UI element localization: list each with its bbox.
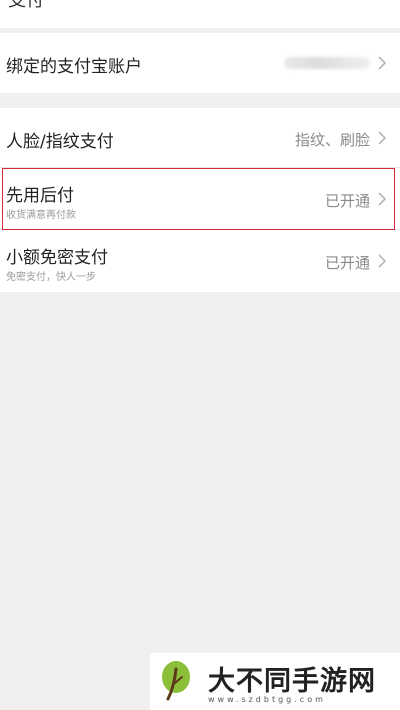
bound-alipay-account-label: 绑定的支付宝账户: [6, 57, 142, 77]
pay-later-label: 先用后付: [6, 186, 74, 206]
chevron-right-icon: [376, 130, 388, 146]
pay-later-subtitle: 收货满意再付款: [6, 210, 76, 221]
site-watermark: 大不同手游网 www.szdbtgg.com: [150, 653, 400, 710]
pay-later-row[interactable]: 先用后付 收货满意再付款 已开通: [0, 168, 400, 230]
top-partial-label: 支付: [8, 0, 44, 11]
pay-later-value: 已开通: [324, 192, 370, 210]
payment-methods-group: 人脸/指纹支付 指纹、刷脸 先用后付 收货满意再付款 已开通 小额免密支付 免密…: [0, 108, 400, 292]
small-password-free-pay-value: 已开通: [324, 254, 370, 272]
masked-account-value: [284, 57, 370, 69]
leaf-logo-icon: [154, 659, 198, 703]
watermark-url: www.szdbtgg.com: [208, 695, 326, 704]
small-password-free-pay-subtitle: 免密支付，快人一步: [6, 272, 96, 283]
top-partial-row[interactable]: 支付: [0, 0, 400, 28]
bound-alipay-account-row[interactable]: 绑定的支付宝账户: [0, 33, 400, 93]
small-password-free-pay-row[interactable]: 小额免密支付 免密支付，快人一步 已开通: [0, 230, 400, 292]
watermark-title: 大不同手游网: [208, 666, 376, 697]
small-password-free-pay-label: 小额免密支付: [6, 248, 108, 268]
face-fingerprint-pay-row[interactable]: 人脸/指纹支付 指纹、刷脸: [0, 108, 400, 168]
face-fingerprint-pay-value: 指纹、刷脸: [294, 131, 370, 149]
chevron-right-icon: [376, 253, 388, 269]
account-group: 绑定的支付宝账户: [0, 33, 400, 93]
chevron-right-icon: [376, 191, 388, 207]
face-fingerprint-pay-label: 人脸/指纹支付: [6, 132, 114, 152]
chevron-right-icon: [376, 55, 388, 71]
